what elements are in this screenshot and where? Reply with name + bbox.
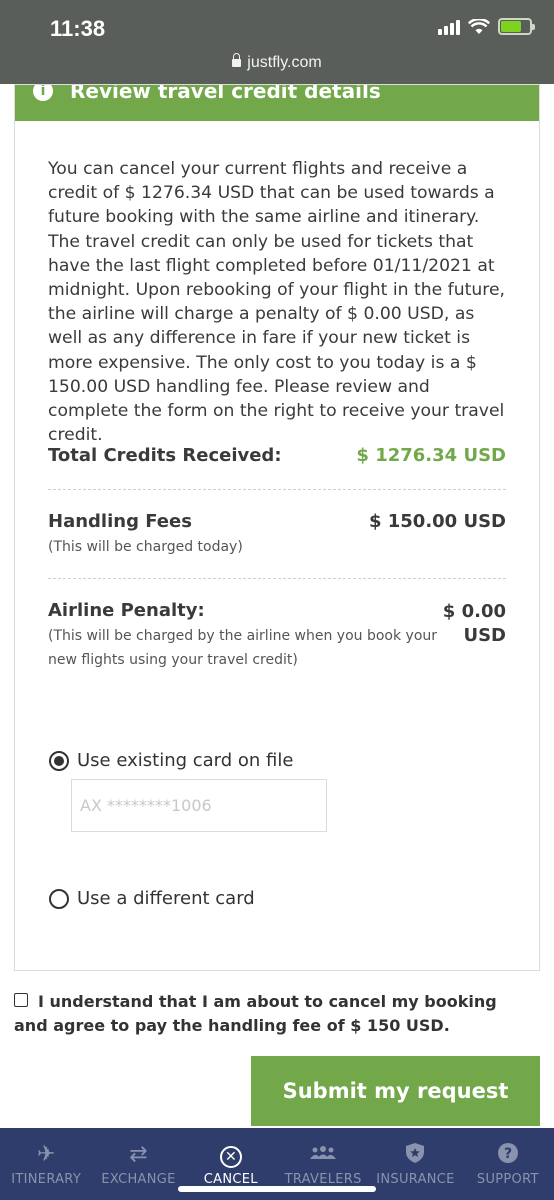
total-credits-value: $ 1276.34 USD <box>356 445 506 466</box>
existing-card-radio[interactable] <box>49 751 69 771</box>
card-header: i Review travel credit details <box>15 85 539 121</box>
total-credits-label: Total Credits Received: <box>48 445 282 466</box>
different-card-radio[interactable] <box>49 889 69 909</box>
system-icons <box>438 18 535 35</box>
exchange-icon: ⇄ <box>129 1142 148 1167</box>
different-card-label[interactable]: Use a different card <box>77 888 255 909</box>
divider <box>48 489 506 490</box>
airline-penalty-currency: USD <box>463 625 506 646</box>
nav-item-insurance[interactable]: INSURANCE <box>369 1128 461 1200</box>
cancel-icon-wrap: ✕ <box>185 1142 277 1168</box>
divider <box>48 578 506 579</box>
home-indicator <box>178 1186 376 1192</box>
nav-label: ITINERARY <box>11 1172 82 1187</box>
nav-item-exchange[interactable]: ⇄ EXCHANGE <box>92 1128 184 1200</box>
svg-text:?: ? <box>504 1146 512 1162</box>
wifi-icon <box>468 18 490 34</box>
airline-penalty-note: (This will be charged by the airline whe… <box>48 624 437 672</box>
url-text: justfly.com <box>247 54 322 71</box>
signal-icon <box>438 19 460 35</box>
nav-label: EXCHANGE <box>101 1172 176 1187</box>
status-bar: 11:38 justfly.com <box>0 0 554 84</box>
handling-fees-label: Handling Fees <box>48 511 192 532</box>
nav-label: INSURANCE <box>376 1172 455 1187</box>
plane-icon: ✈ <box>36 1142 56 1167</box>
nav-label: TRAVELERS <box>284 1172 362 1187</box>
nav-item-support[interactable]: ? SUPPORT <box>462 1128 554 1200</box>
travel-credit-card: i Review travel credit details You can c… <box>14 84 540 971</box>
handling-fees-value: $ 150.00 USD <box>368 511 506 532</box>
shield-icon <box>369 1142 461 1168</box>
airline-penalty-note-line: (This will be charged by the airline whe… <box>48 628 438 644</box>
credit-description: You can cancel your current flights and … <box>48 159 505 446</box>
info-icon: i <box>33 85 53 101</box>
nav-label: CANCEL <box>203 1172 258 1187</box>
travelers-icon <box>277 1142 369 1168</box>
address-bar[interactable]: justfly.com <box>0 53 554 72</box>
cancel-icon: ✕ <box>219 1146 242 1168</box>
lock-icon <box>232 53 242 67</box>
agreement-text[interactable]: I understand that I am about to cancel m… <box>14 990 534 1038</box>
airline-penalty-label: Airline Penalty: <box>48 600 205 621</box>
airline-penalty-note-line: new flights using your travel credit) <box>48 652 298 668</box>
submit-request-button[interactable]: Submit my request <box>251 1056 540 1126</box>
nav-item-itinerary[interactable]: ✈ ITINERARY <box>0 1128 92 1200</box>
airline-penalty-amount: $ 0.00 <box>442 601 506 622</box>
handling-fees-note: (This will be charged today) <box>48 539 243 555</box>
battery-icon <box>498 18 535 35</box>
airline-penalty-value: $ 0.00 USD <box>443 600 506 648</box>
clock: 11:38 <box>50 16 106 41</box>
existing-card-label[interactable]: Use existing card on file <box>77 750 293 771</box>
help-icon: ? <box>462 1142 554 1168</box>
nav-label: SUPPORT <box>476 1172 539 1187</box>
card-on-file-field[interactable] <box>71 779 327 832</box>
card-title: Review travel credit details <box>70 85 381 103</box>
